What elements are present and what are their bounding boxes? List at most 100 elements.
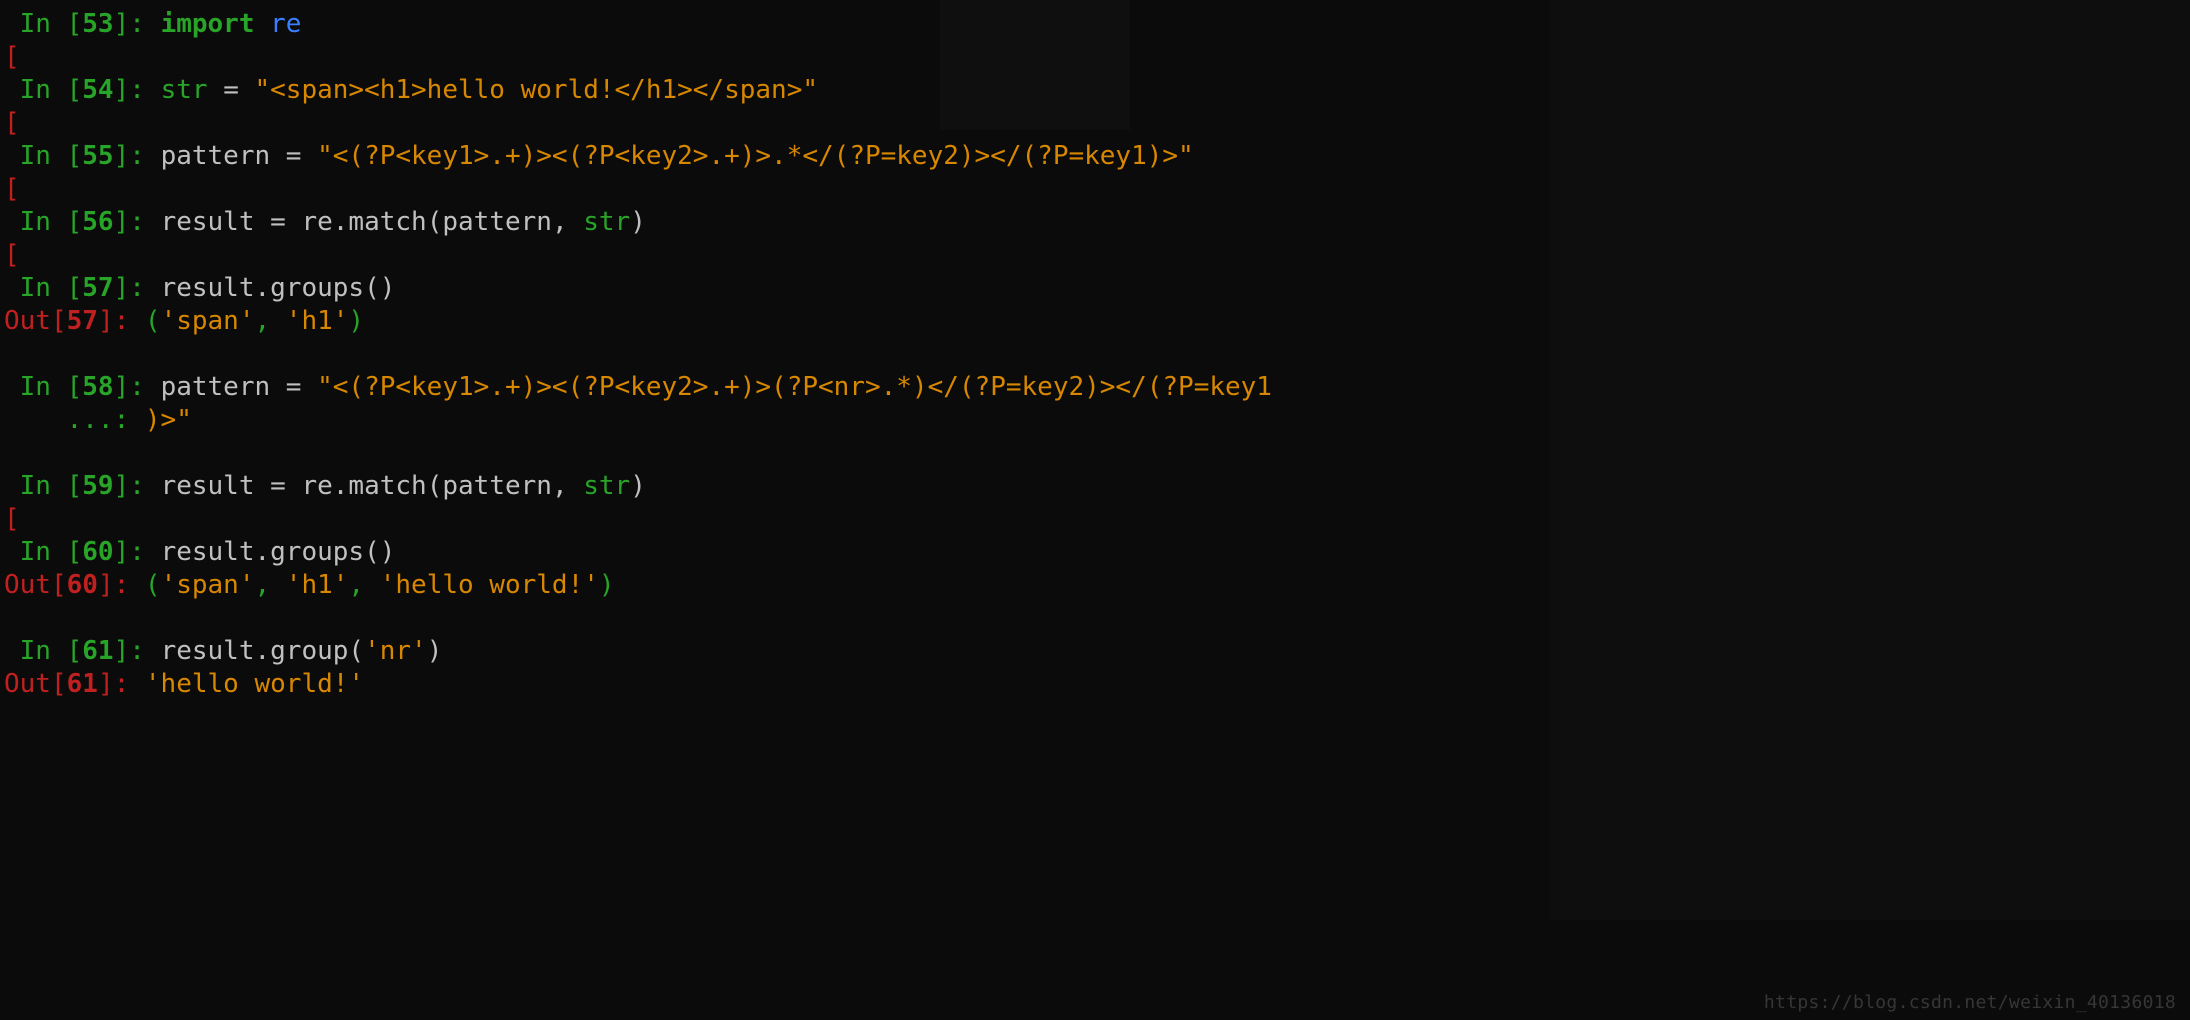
in-prompt-number: 54 [82,75,113,105]
code-token: ( [145,306,161,336]
code-token: 'span' [161,306,255,336]
in-prompt-prefix: In [ [20,372,83,402]
code-token: re [286,207,333,237]
prompt-open-bracket: [ [4,174,20,204]
out-prompt-number: 60 [67,570,98,600]
code-token: str [583,207,630,237]
code-token: = [270,207,286,237]
output-cell: Out[60]: ('span', 'h1', 'hello world!') [4,569,2186,602]
code-token: ) [599,570,615,600]
code-token [301,372,317,402]
code-token: . [333,207,349,237]
prompt-bracket-line: [ [4,107,2186,140]
code-token: = [286,372,302,402]
code-token: group [270,636,348,666]
input-cell: In [55]: pattern = "<(?P<key1>.+)><(?P<k… [4,140,2186,173]
code-token: , [552,471,583,501]
code-token: ) [630,471,646,501]
prompt-open-bracket: [ [4,42,20,72]
prompt-bracket-line: [ [4,41,2186,74]
code-token: 'nr' [364,636,427,666]
code-token: , [254,306,285,336]
code-token: groups [270,537,364,567]
code-token: groups [270,273,364,303]
output-cell: Out[57]: ('span', 'h1') [4,305,2186,338]
code-token: ( [427,207,443,237]
code-token: str [583,471,630,501]
code-token: re [286,471,333,501]
blank-line [4,338,2186,371]
code-token: , [254,570,285,600]
code-token: "<(?P<key1>.+)><(?P<key2>.+)>(?P<nr>.*)<… [317,372,1272,402]
input-cell: In [58]: pattern = "<(?P<key1>.+)><(?P<k… [4,371,2186,404]
in-prompt-prefix: In [ [20,207,83,237]
in-prompt-prefix: In [ [20,471,83,501]
watermark-text: https://blog.csdn.net/weixin_40136018 [1764,994,2176,1012]
code-token: ) [630,207,646,237]
out-prompt-number: 61 [67,669,98,699]
continuation-prompt: ...: [67,405,145,435]
code-token: pattern [442,471,552,501]
code-token: 'span' [161,570,255,600]
in-prompt-prefix: In [ [20,636,83,666]
code-token: re [270,9,301,39]
in-prompt-number: 56 [82,207,113,237]
code-token: 'h1' [286,570,349,600]
code-token: import [161,9,255,39]
code-token: match [348,471,426,501]
in-prompt-number: 59 [82,471,113,501]
out-prompt-prefix: Out[ [4,306,67,336]
code-token: result [161,273,255,303]
code-token: str [161,75,208,105]
code-token [239,75,255,105]
code-token: 'h1' [286,306,349,336]
prompt-bracket-line: [ [4,173,2186,206]
code-token [301,141,317,171]
code-token: 'hello world!' [145,669,364,699]
in-prompt-number: 53 [82,9,113,39]
input-cell: In [61]: result.group('nr') [4,635,2186,668]
prompt-open-bracket: [ [4,504,20,534]
code-token [254,9,270,39]
prompt-open-bracket: [ [4,108,20,138]
code-token: ( [145,570,161,600]
in-prompt-prefix: In [ [20,75,83,105]
code-token: = [270,471,286,501]
code-token: , [552,207,583,237]
in-prompt-prefix: In [ [20,141,83,171]
code-token: ( [348,636,364,666]
in-prompt-prefix: In [ [20,9,83,39]
code-token: result [161,537,255,567]
code-token: ( [427,471,443,501]
prompt-open-bracket: [ [4,240,20,270]
input-cell: In [54]: str = "<span><h1>hello world!</… [4,74,2186,107]
in-prompt-prefix: In [ [20,273,83,303]
in-prompt-prefix: In [ [20,537,83,567]
code-token: result [161,636,255,666]
in-prompt-number: 61 [82,636,113,666]
code-token: = [286,141,302,171]
code-token: . [254,537,270,567]
code-token: . [254,273,270,303]
code-token: . [254,636,270,666]
input-cell: In [59]: result = re.match(pattern, str) [4,470,2186,503]
code-token: () [364,537,395,567]
out-prompt-number: 57 [67,306,98,336]
in-prompt-number: 60 [82,537,113,567]
code-token: ) [427,636,443,666]
in-prompt-number: 57 [82,273,113,303]
input-cell: In [57]: result.groups() [4,272,2186,305]
out-prompt-prefix: Out[ [4,669,67,699]
code-token: "<span><h1>hello world!</h1></span>" [255,75,819,105]
blank-line [4,437,2186,470]
code-token: , [348,570,379,600]
continuation-line: ...: )>" [4,404,2186,437]
code-token: )>" [145,405,192,435]
prompt-bracket-line: [ [4,239,2186,272]
output-cell: Out[61]: 'hello world!' [4,668,2186,701]
ipython-terminal[interactable]: In [53]: import re[ In [54]: str = "<spa… [0,0,2190,705]
code-token: . [333,471,349,501]
code-token: pattern [161,372,286,402]
code-token: "<(?P<key1>.+)><(?P<key2>.+)>.*</(?P=key… [317,141,1194,171]
input-cell: In [60]: result.groups() [4,536,2186,569]
